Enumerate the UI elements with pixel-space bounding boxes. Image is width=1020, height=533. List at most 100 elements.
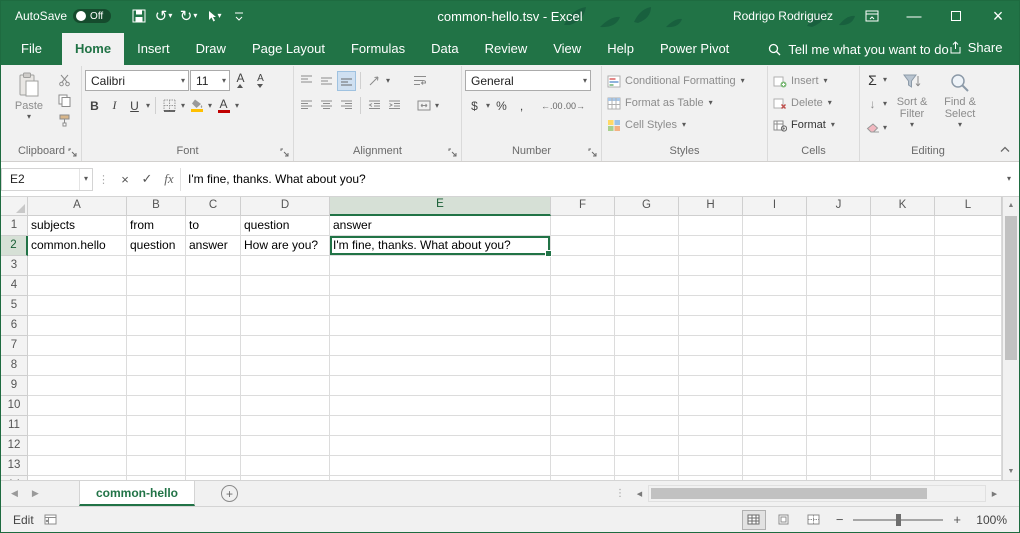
cell-B2[interactable]: question — [127, 236, 186, 256]
cell-C8[interactable] — [186, 356, 241, 376]
column-header-K[interactable]: K — [871, 197, 935, 216]
cell-J5[interactable] — [807, 296, 871, 316]
decrease-font-size-button[interactable]: A — [251, 71, 270, 91]
cell-H10[interactable] — [679, 396, 743, 416]
cell-E9[interactable] — [330, 376, 551, 396]
cell-A9[interactable] — [28, 376, 127, 396]
row-header-7[interactable]: 7 — [1, 336, 28, 356]
vertical-scroll-track[interactable] — [1003, 214, 1019, 463]
font-dialog-launcher[interactable] — [280, 148, 289, 157]
cell-G10[interactable] — [615, 396, 679, 416]
cell-L10[interactable] — [935, 396, 1002, 416]
horizontal-scrollbar[interactable]: ◀ ▶ — [631, 481, 1003, 506]
cell-L1[interactable] — [935, 216, 1002, 236]
cell-J12[interactable] — [807, 436, 871, 456]
cell-L13[interactable] — [935, 456, 1002, 476]
number-format-select[interactable]: General▾ — [465, 70, 591, 91]
top-align-button[interactable] — [297, 71, 316, 91]
cell-J4[interactable] — [807, 276, 871, 296]
row-header-12[interactable]: 12 — [1, 436, 28, 456]
cell-J11[interactable] — [807, 416, 871, 436]
vertical-scroll-thumb[interactable] — [1005, 216, 1017, 360]
column-header-I[interactable]: I — [743, 197, 807, 216]
cell-B11[interactable] — [127, 416, 186, 436]
decrease-indent-button[interactable] — [365, 96, 384, 116]
cell-B9[interactable] — [127, 376, 186, 396]
column-header-D[interactable]: D — [241, 197, 330, 216]
cell-K13[interactable] — [871, 456, 935, 476]
cell-K10[interactable] — [871, 396, 935, 416]
cell-A13[interactable] — [28, 456, 127, 476]
increase-decimal-button[interactable]: ←.00 — [541, 96, 563, 116]
horizontal-scroll-thumb[interactable] — [651, 488, 927, 499]
cell-D8[interactable] — [241, 356, 330, 376]
cell-G3[interactable] — [615, 256, 679, 276]
cell-J13[interactable] — [807, 456, 871, 476]
cell-L5[interactable] — [935, 296, 1002, 316]
cell-C10[interactable] — [186, 396, 241, 416]
cell-L6[interactable] — [935, 316, 1002, 336]
middle-align-button[interactable] — [317, 71, 336, 91]
zoom-out-button[interactable]: − — [832, 512, 848, 527]
ribbon-display-options-button[interactable] — [851, 1, 893, 31]
page-layout-view-button[interactable] — [772, 510, 796, 530]
cell-C4[interactable] — [186, 276, 241, 296]
format-painter-button[interactable] — [53, 111, 75, 129]
align-left-button[interactable] — [297, 96, 316, 116]
cell-C1[interactable]: to — [186, 216, 241, 236]
cell-I3[interactable] — [743, 256, 807, 276]
format-cells-button[interactable]: Format▾ — [771, 114, 856, 136]
cell-J10[interactable] — [807, 396, 871, 416]
scroll-right-button[interactable]: ▶ — [986, 490, 1003, 498]
autosum-button[interactable]: Σ — [863, 70, 882, 90]
column-header-A[interactable]: A — [28, 197, 127, 216]
cell-H8[interactable] — [679, 356, 743, 376]
cell-D11[interactable] — [241, 416, 330, 436]
ribbon-tab-review[interactable]: Review — [472, 33, 541, 65]
cell-B13[interactable] — [127, 456, 186, 476]
undo-button[interactable]: ↺▾ — [152, 3, 176, 29]
cell-F11[interactable] — [551, 416, 615, 436]
cell-L9[interactable] — [935, 376, 1002, 396]
cell-D13[interactable] — [241, 456, 330, 476]
cell-B10[interactable] — [127, 396, 186, 416]
scrollbar-resize-grip-icon[interactable]: ⋮ — [615, 488, 631, 499]
cell-F12[interactable] — [551, 436, 615, 456]
increase-indent-button[interactable] — [385, 96, 404, 116]
cell-K2[interactable] — [871, 236, 935, 256]
cell-E5[interactable] — [330, 296, 551, 316]
fill-button[interactable]: ↓ — [863, 94, 882, 114]
cell-H4[interactable] — [679, 276, 743, 296]
cell-A5[interactable] — [28, 296, 127, 316]
font-color-button[interactable]: A — [214, 96, 233, 116]
find-select-button[interactable]: Find & Select▾ — [936, 68, 984, 129]
cell-D6[interactable] — [241, 316, 330, 336]
cell-G7[interactable] — [615, 336, 679, 356]
column-header-F[interactable]: F — [551, 197, 615, 216]
zoom-in-button[interactable]: + — [949, 512, 965, 527]
cell-B7[interactable] — [127, 336, 186, 356]
cell-I10[interactable] — [743, 396, 807, 416]
cell-I1[interactable] — [743, 216, 807, 236]
cell-K3[interactable] — [871, 256, 935, 276]
cell-F5[interactable] — [551, 296, 615, 316]
cell-E13[interactable] — [330, 456, 551, 476]
cell-D9[interactable] — [241, 376, 330, 396]
horizontal-scroll-track[interactable] — [648, 485, 986, 502]
cell-B8[interactable] — [127, 356, 186, 376]
decrease-decimal-button[interactable]: .00→ — [564, 96, 586, 116]
cell-L7[interactable] — [935, 336, 1002, 356]
column-header-C[interactable]: C — [186, 197, 241, 216]
cell-C6[interactable] — [186, 316, 241, 336]
maximize-button[interactable] — [935, 1, 977, 31]
zoom-slider-thumb[interactable] — [896, 514, 901, 526]
enter-button[interactable]: ✓ — [136, 168, 158, 190]
cell-K4[interactable] — [871, 276, 935, 296]
previous-sheet-button[interactable]: ◀ — [11, 488, 18, 499]
paste-button[interactable]: Paste ▾ — [5, 68, 53, 121]
cell-D2[interactable]: How are you? — [241, 236, 330, 256]
cell-G11[interactable] — [615, 416, 679, 436]
share-button[interactable]: Share — [949, 40, 1003, 55]
cell-F9[interactable] — [551, 376, 615, 396]
row-header-6[interactable]: 6 — [1, 316, 28, 336]
